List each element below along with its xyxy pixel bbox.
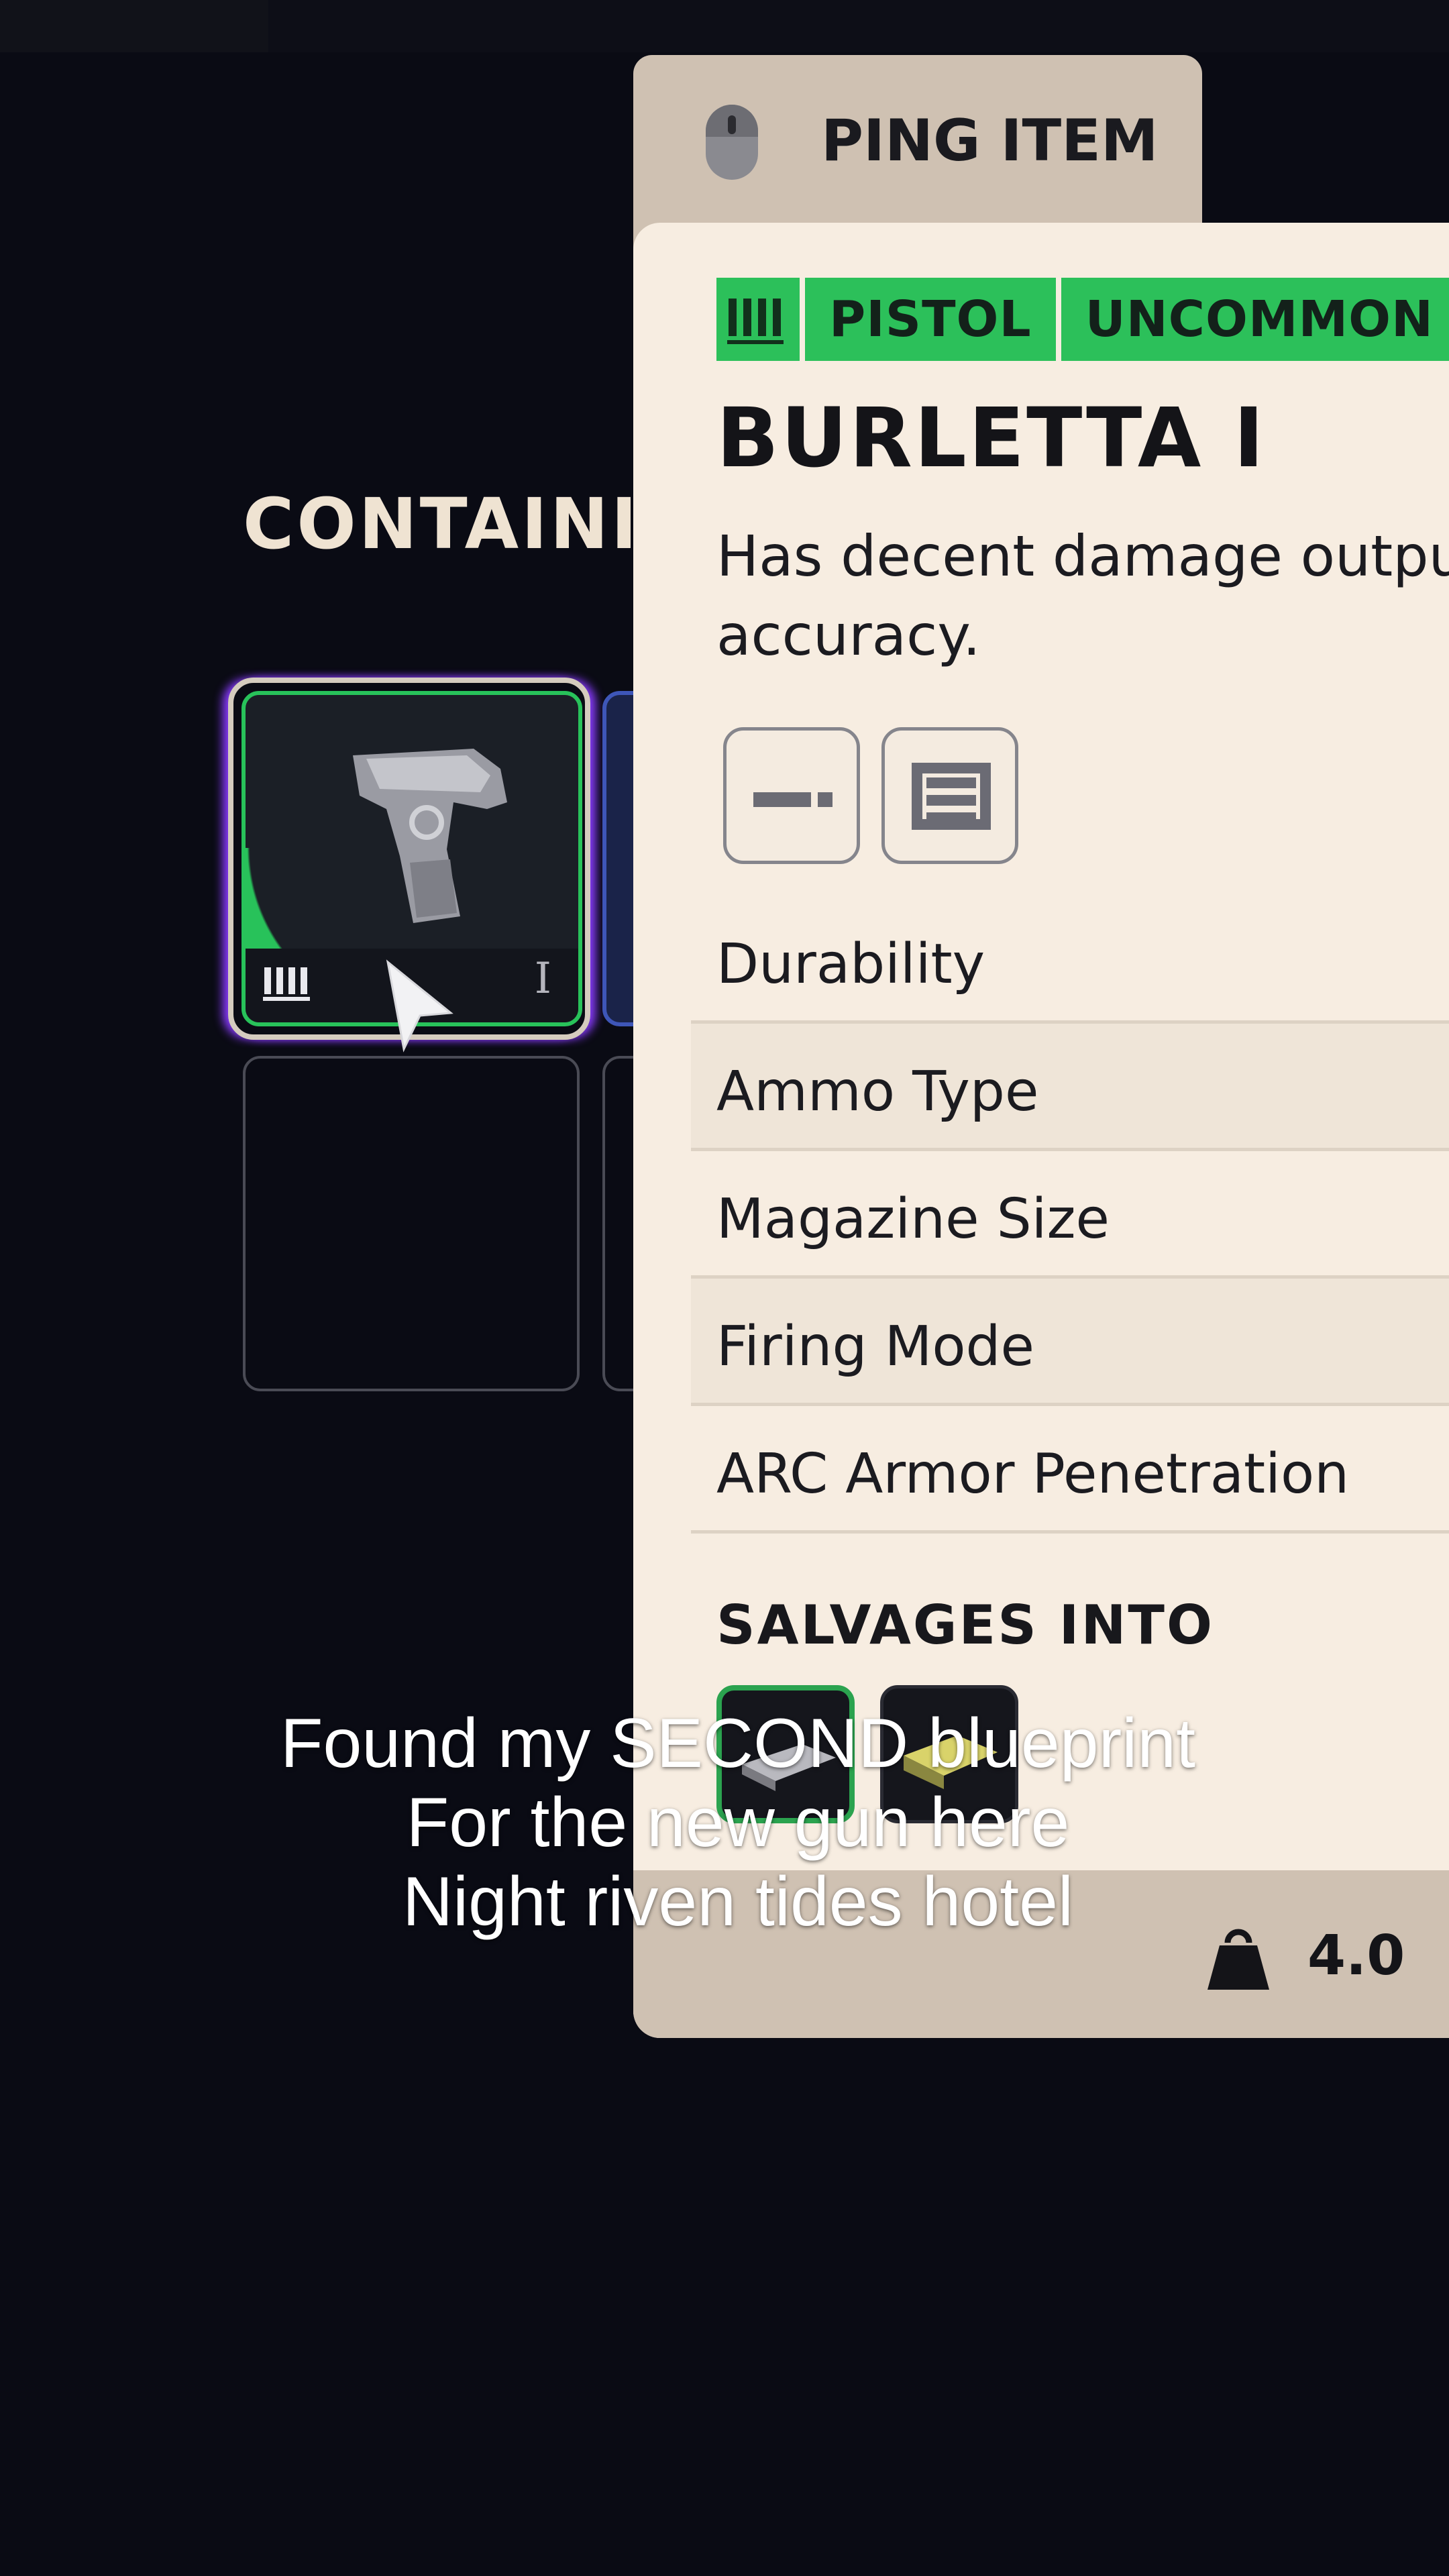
video-caption: Found my SECOND blueprint For the new gu… bbox=[0, 1704, 1449, 1941]
ammo-icon bbox=[727, 299, 784, 344]
attachment-icon bbox=[753, 792, 833, 807]
rarity-tag: UNCOMMON bbox=[1061, 278, 1449, 361]
container-title: CONTAINI bbox=[243, 483, 640, 565]
inventory-slot-empty[interactable] bbox=[243, 1056, 580, 1391]
top-bar-left bbox=[0, 0, 268, 52]
stat-label: Durability bbox=[716, 932, 985, 996]
stat-row-magazine-size: Magazine Size bbox=[691, 1151, 1449, 1279]
magazine-icon bbox=[912, 763, 991, 830]
mouse-icon bbox=[706, 105, 758, 180]
stat-row-durability: Durability bbox=[691, 896, 1449, 1024]
stat-label: Ammo Type bbox=[716, 1060, 1039, 1124]
slot-tier-label: I bbox=[534, 954, 551, 1004]
item-tags: PISTOL UNCOMMON bbox=[716, 278, 1449, 361]
cursor-icon bbox=[386, 959, 453, 1053]
ammo-tag bbox=[716, 278, 800, 361]
pistol-image bbox=[353, 749, 507, 923]
caption-line: For the new gun here bbox=[406, 1784, 1070, 1862]
top-bar bbox=[0, 0, 1449, 52]
item-description: Has decent damage outpu accuracy. bbox=[716, 523, 1449, 668]
stat-label: Magazine Size bbox=[716, 1187, 1110, 1251]
stat-row-arc-armor-penetration: ARC Armor Penetration bbox=[691, 1406, 1449, 1534]
ammo-icon bbox=[263, 967, 310, 1001]
ping-item-label: PING ITEM bbox=[821, 107, 1159, 174]
stat-label: ARC Armor Penetration bbox=[716, 1442, 1350, 1506]
caption-line: Night riven tides hotel bbox=[402, 1863, 1074, 1941]
attachment-slot-button[interactable] bbox=[723, 727, 860, 864]
stat-label: Firing Mode bbox=[716, 1315, 1034, 1379]
stat-row-ammo-type: Ammo Type bbox=[691, 1024, 1449, 1151]
type-tag: PISTOL bbox=[805, 278, 1056, 361]
salvages-title: SALVAGES INTO bbox=[716, 1594, 1214, 1656]
caption-line: Found my SECOND blueprint bbox=[280, 1705, 1196, 1782]
stat-row-firing-mode: Firing Mode bbox=[691, 1279, 1449, 1406]
magazine-slot-button[interactable] bbox=[881, 727, 1018, 864]
item-name: BURLETTA I bbox=[716, 390, 1267, 486]
